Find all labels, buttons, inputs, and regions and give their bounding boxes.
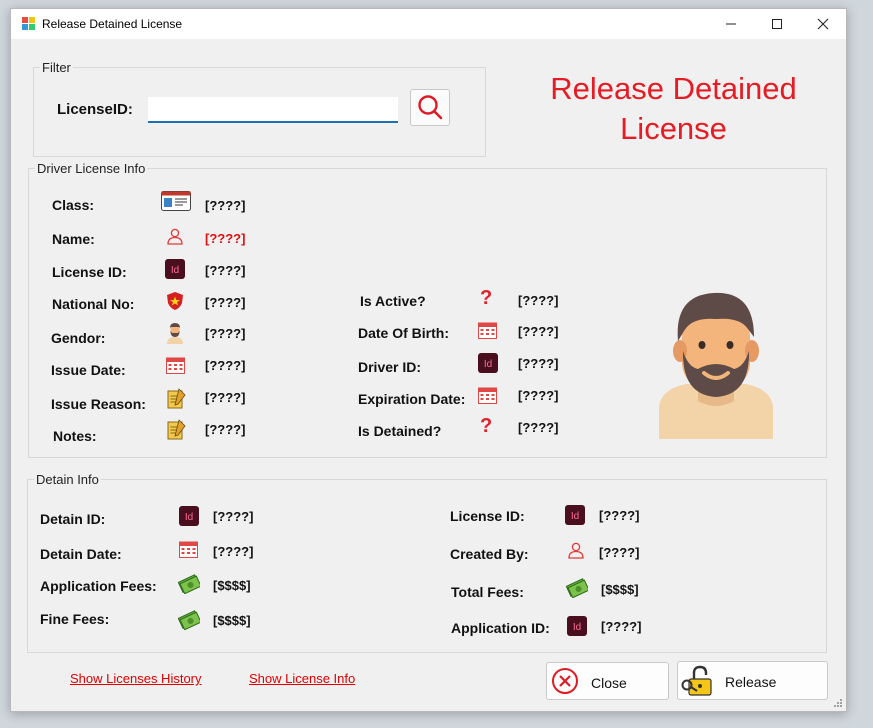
issue-reason-value: [????]	[205, 390, 246, 405]
license-id-value: [????]	[205, 263, 246, 278]
driver-id-value: [????]	[518, 356, 559, 371]
is-detained-label: Is Detained?	[358, 423, 442, 439]
issue-date-value: [????]	[205, 358, 246, 373]
name-value: [????]	[205, 231, 246, 246]
national-no-value: [????]	[205, 295, 246, 310]
detain-id-value: [????]	[213, 509, 254, 524]
fine-fees-label: Fine Fees:	[40, 611, 110, 627]
search-button[interactable]	[410, 89, 450, 126]
name-label: Name:	[52, 231, 95, 247]
minimize-button[interactable]	[708, 9, 754, 39]
notes-icon	[167, 388, 186, 409]
id-badge-icon: Id	[165, 259, 185, 279]
detain-info-group: Detain Info	[27, 472, 827, 653]
date-of-birth-label: Date Of Birth:	[358, 325, 449, 341]
id-badge-icon: Id	[179, 506, 199, 526]
detain-license-id-label: License ID:	[450, 508, 525, 524]
show-licenses-history-link[interactable]: Show Licenses History	[70, 671, 202, 686]
calendar-icon	[478, 387, 497, 404]
application-fees-label: Application Fees:	[40, 578, 157, 594]
notes-label: Notes:	[53, 428, 97, 444]
release-detained-license-window: Release Detained License Filter LicenseI…	[10, 8, 847, 712]
date-of-birth-value: [????]	[518, 324, 559, 339]
svg-text:Id: Id	[484, 359, 492, 370]
close-button[interactable]: Close	[546, 662, 669, 700]
license-id-filter-label: LicenseID:	[57, 101, 133, 118]
total-fees-value: [$$$$]	[601, 582, 639, 597]
notes-value: [????]	[205, 422, 246, 437]
class-label: Class:	[52, 197, 95, 213]
application-id-value: [????]	[601, 619, 642, 634]
question-icon: ?	[480, 415, 493, 437]
calendar-icon	[179, 541, 198, 558]
detain-id-label: Detain ID:	[40, 511, 106, 527]
application-fees-value: [$$$$]	[213, 578, 251, 593]
issue-reason-label: Issue Reason:	[51, 396, 146, 412]
show-license-info-link[interactable]: Show License Info	[249, 671, 355, 686]
fine-fees-value: [$$$$]	[213, 613, 251, 628]
created-by-value: [????]	[599, 545, 640, 560]
close-circle-icon	[552, 668, 578, 694]
money-icon	[566, 578, 588, 598]
license-id-search-input[interactable]	[148, 97, 398, 123]
license-id-label: License ID:	[52, 264, 127, 280]
svg-text:Id: Id	[171, 265, 179, 276]
expiration-date-label: Expiration Date:	[358, 391, 466, 407]
id-badge-icon: Id	[565, 505, 585, 525]
close-icon	[817, 18, 829, 30]
window-title: Release Detained License	[42, 17, 183, 31]
class-value: [????]	[205, 198, 246, 213]
detain-date-value: [????]	[213, 544, 254, 559]
svg-text:Id: Id	[185, 512, 193, 523]
person-icon	[167, 228, 183, 245]
release-button[interactable]: Release	[677, 661, 828, 700]
id-badge-icon: Id	[478, 353, 498, 373]
close-button-label: Close	[591, 675, 627, 691]
total-fees-label: Total Fees:	[451, 584, 524, 600]
detain-info-title: Detain Info	[34, 472, 101, 487]
search-icon	[418, 95, 443, 120]
detain-license-id-value: [????]	[599, 508, 640, 523]
application-id-label: Application ID:	[451, 620, 550, 636]
maximize-icon	[772, 19, 782, 29]
svg-text:Id: Id	[571, 511, 579, 522]
expiration-date-value: [????]	[518, 388, 559, 403]
svg-text:Id: Id	[573, 622, 581, 633]
question-icon: ?	[480, 287, 493, 309]
id-badge-icon: Id	[567, 616, 587, 636]
gendor-label: Gendor:	[51, 330, 106, 346]
national-no-label: National No:	[52, 296, 135, 312]
filter-group-title: Filter	[40, 60, 73, 75]
person-icon	[568, 542, 584, 559]
man-avatar-icon	[167, 323, 183, 344]
detain-date-label: Detain Date:	[40, 546, 122, 562]
driver-id-label: Driver ID:	[358, 359, 422, 375]
gendor-value: [????]	[205, 326, 246, 341]
page-title-line1: Release Detained	[550, 71, 797, 106]
calendar-icon	[166, 357, 185, 374]
license-card-icon	[161, 191, 191, 211]
is-active-label: Is Active?	[360, 293, 426, 309]
page-title: Release Detained License	[531, 69, 816, 149]
driver-license-info-title: Driver License Info	[35, 161, 148, 176]
unlock-key-icon	[681, 665, 712, 696]
page-title-line2: License	[620, 111, 727, 146]
shield-icon	[167, 292, 183, 310]
app-icon	[22, 17, 35, 30]
notes-icon	[167, 419, 186, 440]
is-detained-value: [????]	[518, 420, 559, 435]
is-active-value: [????]	[518, 293, 559, 308]
money-icon	[178, 610, 200, 630]
minimize-icon	[726, 23, 736, 25]
maximize-button[interactable]	[754, 9, 800, 39]
created-by-label: Created By:	[450, 546, 529, 562]
close-window-button[interactable]	[800, 9, 846, 39]
driver-avatar-image	[659, 292, 773, 439]
money-icon	[178, 574, 200, 594]
calendar-icon	[478, 322, 497, 339]
issue-date-label: Issue Date:	[51, 362, 126, 378]
resize-grip-icon[interactable]	[833, 698, 843, 708]
release-button-label: Release	[725, 674, 777, 690]
title-bar: Release Detained License	[11, 9, 846, 39]
